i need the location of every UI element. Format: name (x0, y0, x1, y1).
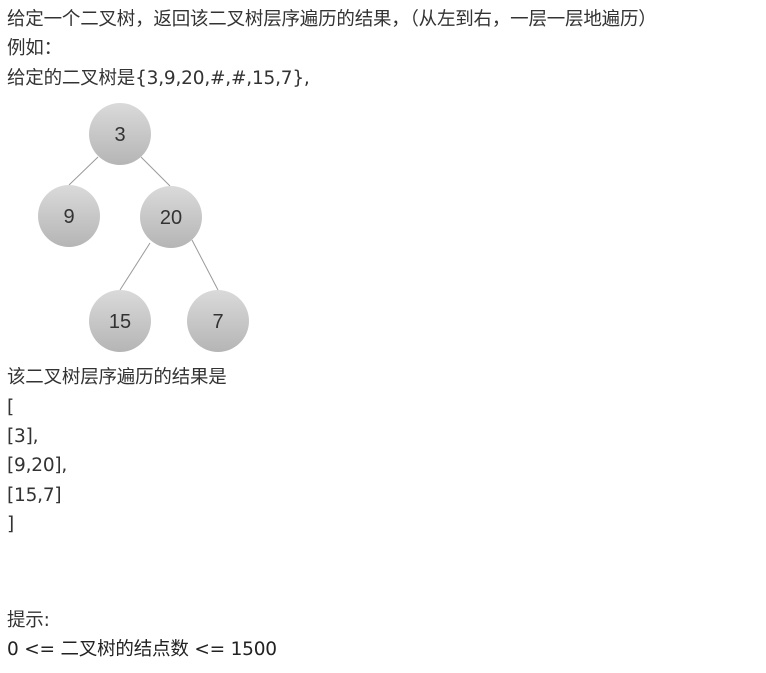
result-intro: 该二叉树层序遍历的结果是 (7, 367, 227, 388)
node-label-right-left: 15 (109, 311, 131, 333)
tree-node-root: 3 (89, 103, 151, 165)
tree-node-right-right: 7 (187, 290, 249, 352)
tree-node-right-left: 15 (89, 290, 151, 352)
hint-label: 提示: (7, 610, 50, 631)
result-line: [ (7, 397, 15, 418)
tree-node-right: 20 (140, 186, 202, 248)
edge-20-15 (119, 242, 151, 291)
edge-20-7 (191, 239, 219, 291)
result-line: [15,7] (7, 485, 62, 506)
node-label-right: 20 (160, 207, 182, 229)
result-line: [9,20], (7, 455, 68, 476)
node-label-left: 9 (63, 206, 74, 228)
edge-3-20 (140, 156, 171, 187)
result-line: [3], (7, 426, 39, 447)
node-label-right-right: 7 (212, 311, 223, 333)
binary-tree-diagram: 3 9 20 15 7 (38, 103, 249, 352)
tree-node-left: 9 (38, 185, 100, 247)
edge-3-9 (68, 156, 99, 186)
hint-constraint: 0 <= 二叉树的结点数 <= 1500 (7, 639, 277, 660)
node-label-root: 3 (114, 124, 125, 146)
result-line: ] (7, 514, 15, 535)
